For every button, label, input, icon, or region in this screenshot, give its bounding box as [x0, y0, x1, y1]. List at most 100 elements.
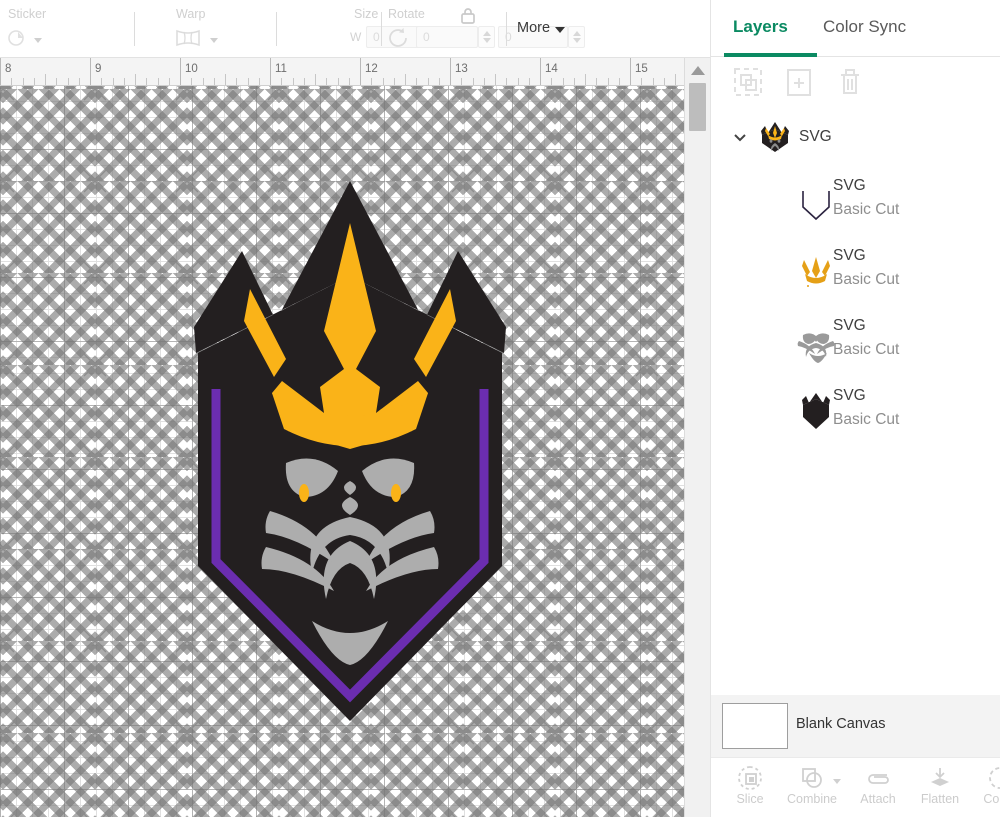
- height-stepper[interactable]: [568, 26, 585, 48]
- layer-row[interactable]: SVG Basic Cut: [711, 167, 1000, 237]
- ruler-major-tick: [540, 58, 541, 85]
- layer-subtitle: Basic Cut: [833, 411, 900, 428]
- slice-button[interactable]: Slice: [719, 763, 781, 817]
- layer-title: SVG: [833, 387, 866, 404]
- layer-group-title: SVG: [799, 128, 832, 145]
- ruler-label: 12: [365, 63, 378, 75]
- contour-label: Conto: [983, 792, 1000, 806]
- ruler-minor-tick: [292, 78, 294, 85]
- ruler-minor-tick: [157, 78, 159, 85]
- canvas-vertical-scrollbar[interactable]: [684, 58, 710, 817]
- ruler-minor-tick: [506, 78, 508, 85]
- edit-toolbar: Sticker Warp Size W 0 0 Rotate 0 More: [0, 0, 710, 58]
- ruler-minor-tick: [11, 78, 13, 85]
- toolbar-divider-3: [381, 12, 382, 46]
- ruler-minor-tick: [112, 78, 114, 85]
- layer-title: SVG: [833, 247, 866, 264]
- ruler-label: 11: [275, 63, 287, 75]
- tiger-eye-right: [391, 484, 401, 502]
- ruler-minor-tick: [551, 78, 553, 85]
- blank-canvas-row[interactable]: Blank Canvas: [711, 695, 1000, 757]
- ruler-minor-tick: [461, 78, 463, 85]
- sticker-label: Sticker: [8, 7, 47, 21]
- more-caret-icon[interactable]: [555, 27, 565, 33]
- ruler-major-tick: [180, 58, 181, 85]
- combine-caret-icon[interactable]: [833, 779, 841, 784]
- rotate-input[interactable]: 0: [416, 26, 478, 48]
- attach-label: Attach: [860, 792, 896, 806]
- toolbar-divider-2: [276, 12, 277, 46]
- delete-layer-icon[interactable]: [835, 67, 865, 97]
- toolbar-group-rotate: Rotate 0: [388, 0, 503, 58]
- sticker-icon[interactable]: [6, 28, 28, 48]
- tab-layers[interactable]: Layers: [733, 17, 788, 37]
- layer-row[interactable]: SVG Basic Cut: [711, 307, 1000, 377]
- more-button[interactable]: More: [517, 20, 550, 36]
- ruler-minor-tick: [146, 78, 148, 85]
- ruler-minor-tick: [483, 78, 485, 85]
- add-layer-icon[interactable]: [784, 67, 814, 97]
- ruler-minor-tick: [663, 78, 665, 85]
- ruler-minor-tick: [225, 74, 226, 85]
- warp-icon[interactable]: [174, 28, 202, 48]
- ruler-minor-tick: [393, 78, 395, 85]
- ruler-minor-tick: [191, 78, 193, 85]
- slice-label: Slice: [736, 792, 764, 806]
- ruler-minor-tick: [315, 74, 316, 85]
- layer-title: SVG: [833, 317, 866, 334]
- ruler-minor-tick: [123, 78, 125, 85]
- layer-group-row-svg[interactable]: SVG: [711, 109, 1000, 167]
- duplicate-selection-icon[interactable]: [733, 67, 763, 97]
- cutting-mat-canvas[interactable]: [0, 86, 684, 817]
- ruler-minor-tick: [596, 78, 598, 85]
- ruler-major-tick: [270, 58, 271, 85]
- contour-button[interactable]: Conto: [969, 763, 1000, 817]
- ruler-minor-tick: [517, 78, 519, 85]
- ruler-minor-tick: [675, 74, 676, 85]
- layer-group-thumbnail: [761, 122, 789, 152]
- tab-color-sync[interactable]: Color Sync: [823, 17, 906, 37]
- ruler-minor-tick: [303, 78, 305, 85]
- layer-row[interactable]: SVG Basic Cut: [711, 377, 1000, 447]
- ruler-minor-tick: [22, 78, 24, 85]
- attach-button[interactable]: Attach: [847, 763, 909, 817]
- sticker-caret-icon[interactable]: [34, 38, 42, 43]
- layer-row[interactable]: SVG Basic Cut: [711, 237, 1000, 307]
- ruler-minor-tick: [573, 78, 575, 85]
- ruler-minor-tick: [168, 78, 170, 85]
- ruler-minor-tick: [607, 78, 609, 85]
- toolbar-group-sticker[interactable]: Sticker: [0, 0, 130, 58]
- layer-subtitle: Basic Cut: [833, 271, 900, 288]
- toolbar-group-warp[interactable]: Warp: [140, 0, 270, 58]
- canvas-swatch[interactable]: [722, 703, 788, 749]
- ruler-minor-tick: [495, 74, 496, 85]
- rotate-icon[interactable]: [387, 27, 411, 49]
- width-prefix-label: W: [350, 30, 362, 44]
- layer-list[interactable]: SVG SVG Basic Cut SVG Basic Cut SVG Basi…: [711, 109, 1000, 694]
- ruler-minor-tick: [247, 78, 249, 85]
- toolbar-divider-1: [134, 12, 135, 46]
- ruler-major-tick: [450, 58, 451, 85]
- warp-label: Warp: [176, 7, 206, 21]
- layer-subtitle: Basic Cut: [833, 201, 900, 218]
- rotate-stepper[interactable]: [478, 26, 495, 48]
- ruler-minor-tick: [258, 78, 260, 85]
- ruler-major-tick: [360, 58, 361, 85]
- rotate-label: Rotate: [388, 7, 425, 21]
- combine-label: Combine: [786, 792, 838, 806]
- ruler-label: 9: [95, 63, 102, 75]
- ruler-label: 10: [185, 63, 198, 75]
- size-label: Size: [354, 7, 379, 21]
- artwork-crowned-tiger-shield[interactable]: [180, 181, 520, 726]
- ruler-minor-tick: [45, 74, 46, 85]
- warp-caret-icon[interactable]: [210, 38, 218, 43]
- arrow-up-icon[interactable]: [691, 66, 705, 75]
- ruler-minor-tick: [562, 78, 564, 85]
- ruler-minor-tick: [213, 78, 215, 85]
- scrollbar-thumb[interactable]: [689, 83, 706, 131]
- ruler-minor-tick: [101, 78, 103, 85]
- ruler-minor-tick: [202, 78, 204, 85]
- combine-button[interactable]: Combine: [781, 763, 843, 817]
- chevron-down-icon[interactable]: [733, 130, 747, 144]
- flatten-button[interactable]: Flatten: [909, 763, 971, 817]
